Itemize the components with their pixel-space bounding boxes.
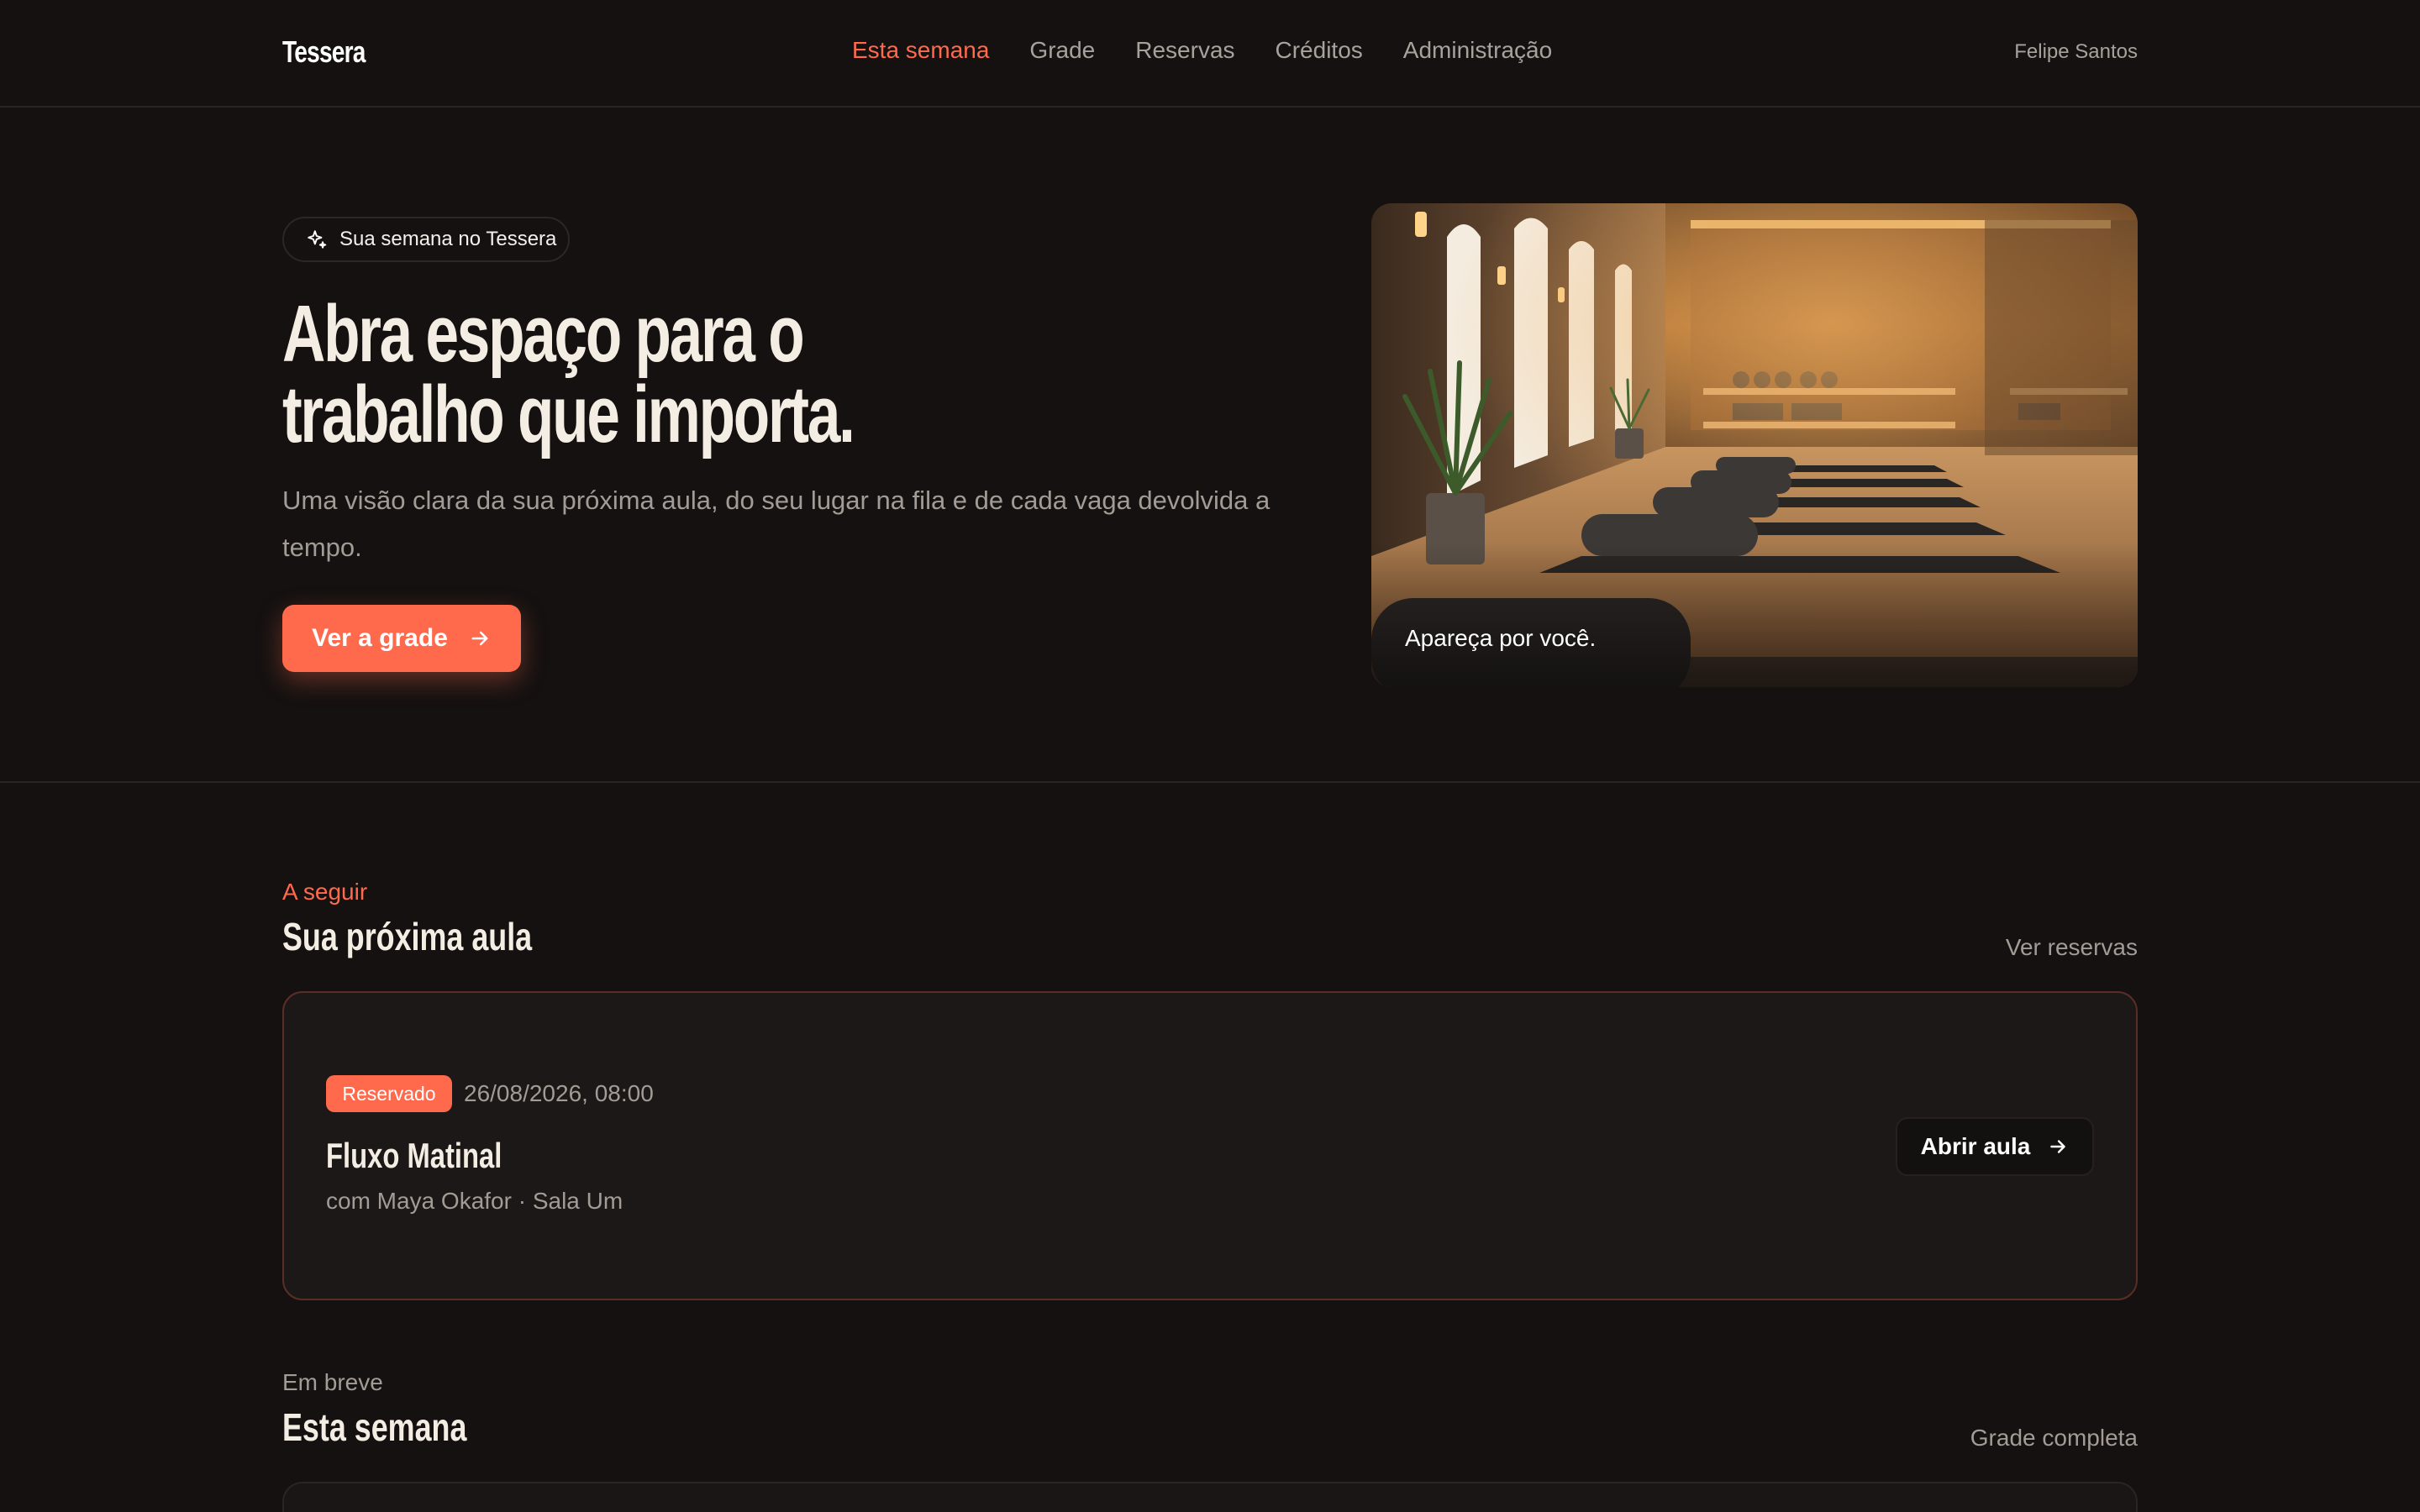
top-header: Tessera Esta semana Grade Reservas Crédi… — [0, 0, 2420, 108]
main-nav: Esta semana Grade Reservas Créditos Admi… — [852, 37, 1552, 64]
next-class-card[interactable]: Reservado 26/08/2026, 08:00 Fluxo Matina… — [282, 991, 2138, 1300]
studio-image: Apareça por você. — [1371, 203, 2138, 687]
class-datetime: 26/08/2026, 08:00 — [464, 1080, 654, 1106]
week-list-card — [282, 1482, 2138, 1512]
user-name[interactable]: Felipe Santos — [2014, 40, 2138, 64]
open-class-button[interactable]: Abrir aula — [1896, 1117, 2094, 1176]
view-schedule-label: Ver a grade — [312, 624, 448, 652]
class-name: Fluxo Matinal — [326, 1136, 502, 1175]
view-reservations-link[interactable]: Ver reservas — [2006, 934, 2138, 961]
nav-item-creditos[interactable]: Créditos — [1276, 37, 1363, 64]
nav-item-esta-semana[interactable]: Esta semana — [852, 37, 989, 64]
view-schedule-button[interactable]: Ver a grade — [282, 605, 521, 672]
section-divider — [0, 781, 2420, 783]
class-meta: com Maya Okafor · Sala Um — [326, 1188, 623, 1214]
sparkle-icon — [308, 230, 327, 249]
logo[interactable]: Tessera — [282, 34, 366, 70]
arrow-right-icon — [2050, 1140, 2066, 1153]
week-title: Esta semana — [282, 1405, 467, 1449]
hero-title-line-2: trabalho que importa. — [282, 370, 855, 459]
next-class-title: Sua próxima aula — [282, 915, 533, 958]
open-class-label: Abrir aula — [1920, 1133, 2031, 1159]
hero-badge-label: Sua semana no Tessera — [339, 228, 557, 250]
hero-badge: Sua semana no Tessera — [282, 217, 570, 262]
arrow-right-icon — [471, 631, 488, 646]
status-badge: Reservado — [326, 1075, 452, 1112]
nav-item-reservas[interactable]: Reservas — [1135, 37, 1234, 64]
nav-item-grade[interactable]: Grade — [1029, 37, 1095, 64]
studio-illustration — [1371, 203, 2138, 687]
full-schedule-link[interactable]: Grade completa — [1970, 1425, 2138, 1452]
week-eyebrow: Em breve — [282, 1369, 383, 1395]
hero-subtitle: Uma visão clara da sua próxima aula, do … — [282, 486, 1270, 562]
hero-title-line-1: Abra espaço para o — [282, 289, 805, 379]
nav-item-administracao[interactable]: Administração — [1403, 37, 1552, 64]
next-class-eyebrow: A seguir — [282, 879, 368, 905]
image-caption: Apareça por você. — [1405, 625, 1597, 651]
hero-title: Abra espaço para o trabalho que importa. — [282, 294, 1054, 455]
